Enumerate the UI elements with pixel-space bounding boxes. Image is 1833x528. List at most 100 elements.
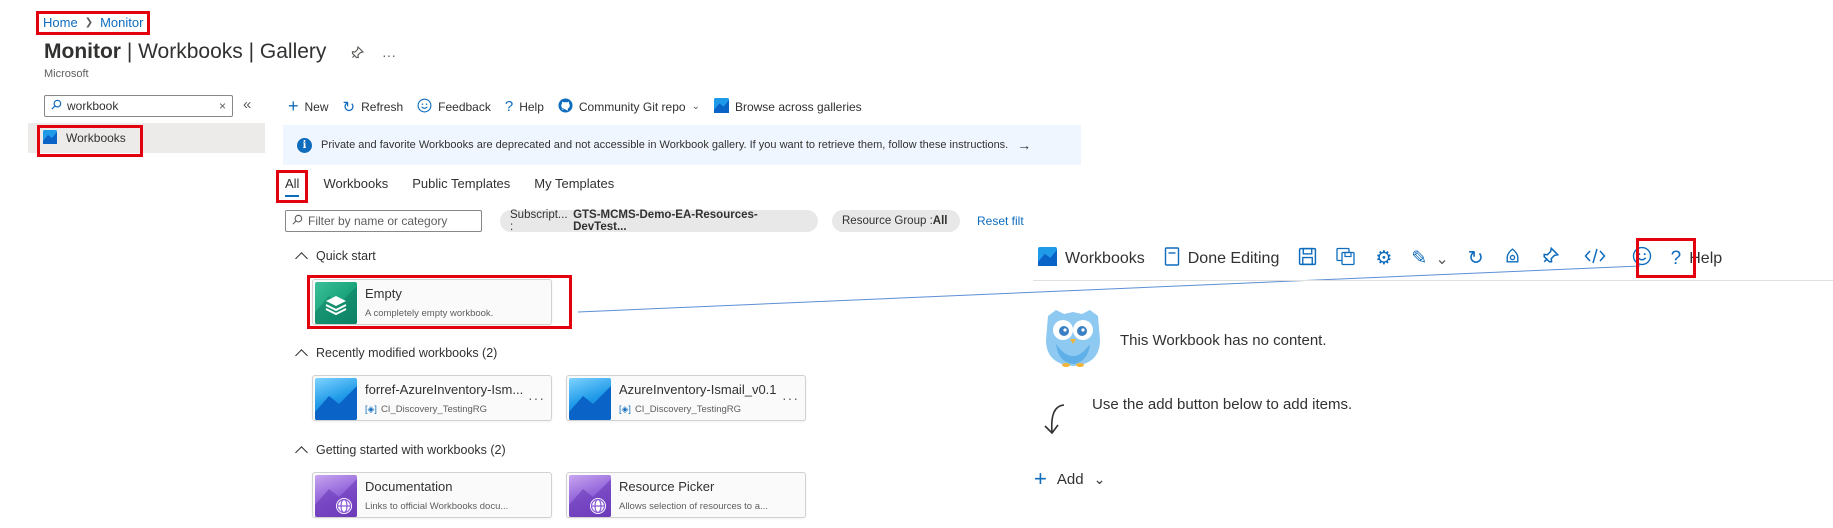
help-label: Help (519, 99, 544, 114)
section-title: Recently modified workbooks (2) (316, 346, 498, 360)
resource-group-filter-pill[interactable]: Resource Group : All (832, 210, 960, 232)
more-options-icon[interactable]: ··· (528, 390, 545, 406)
save-as-button[interactable] (1336, 247, 1356, 271)
card-resource-picker[interactable]: Resource Picker Allows selection of reso… (566, 472, 806, 518)
page-title: Monitor | Workbooks | Gallery (44, 40, 326, 64)
browse-galleries-button[interactable]: Browse across galleries (713, 97, 862, 116)
community-git-button[interactable]: Community Git repo ⌄ (558, 97, 700, 116)
collapse-pane-icon[interactable]: « (243, 96, 251, 113)
advanced-editor-button[interactable] (1584, 247, 1606, 270)
done-editing-label: Done Editing (1187, 249, 1280, 267)
save-as-icon (1336, 247, 1356, 271)
filter-placeholder: Filter by name or category (308, 214, 448, 228)
chevron-right-icon: ❯ (84, 17, 94, 28)
edit-dropdown-button[interactable]: ⌄ (1435, 249, 1448, 269)
resource-group-icon: [◈] (365, 404, 377, 414)
clear-icon[interactable]: × (219, 99, 226, 113)
tab-public-templates[interactable]: Public Templates (412, 176, 510, 197)
feedback-label: Feedback (438, 99, 491, 114)
editor-workbooks-label: Workbooks (1065, 249, 1145, 267)
left-search-value: workbook (67, 99, 119, 113)
more-options-icon[interactable]: ··· (782, 390, 799, 406)
settings-button[interactable]: ⚙ (1375, 247, 1392, 270)
refresh-icon: ↻ (342, 98, 356, 116)
card-name: Empty (365, 286, 402, 301)
help-button[interactable]: ? Help (1671, 248, 1722, 270)
left-search-input[interactable]: workbook × (44, 95, 233, 117)
document-icon (1164, 246, 1180, 271)
card-desc: Allows selection of resources to a... (619, 501, 768, 512)
resource-group-value: All (932, 215, 948, 227)
plus-icon: + (1034, 466, 1047, 491)
tab-all[interactable]: All (285, 176, 300, 197)
search-icon (51, 99, 62, 113)
help-label: Help (1689, 249, 1723, 267)
save-button[interactable] (1298, 247, 1317, 271)
curved-arrow-icon (1044, 404, 1065, 435)
sidebar-item-workbooks[interactable]: Workbooks (28, 123, 265, 153)
arrow-right-icon[interactable]: → (1017, 137, 1031, 153)
subscription-value: GTS-MCMS-Demo-EA-Resources-DevTest... (573, 209, 758, 233)
card-desc: CI_Discovery_TestingRG (634, 404, 742, 415)
pin-button[interactable] (1541, 246, 1559, 270)
feedback-button[interactable] (1632, 246, 1652, 271)
reset-filters-link[interactable]: Reset filt (977, 214, 1024, 228)
info-icon: i (297, 137, 312, 153)
sidebar-item-label: Workbooks (66, 131, 126, 145)
done-editing-button[interactable]: Done Editing (1164, 246, 1280, 271)
section-getting-started[interactable]: Getting started with workbooks (2) (295, 443, 506, 459)
add-hint-message: Use the add button below to add items. (1092, 396, 1353, 413)
new-label: New (304, 99, 329, 114)
refresh-label: Refresh (361, 99, 404, 114)
more-options-icon[interactable]: ··· (382, 47, 396, 63)
pencil-icon: ✎ (1411, 248, 1428, 269)
subscription-filter-pill[interactable]: Subscript... : GTS-MCMS-Demo-EA-Resource… (500, 209, 818, 233)
new-button[interactable]: + New (288, 96, 329, 117)
command-bar: + New ↻ Refresh Feedback ? Help Communit… (288, 96, 876, 117)
card-desc-row: [◈] CI_Discovery_TestingRG (365, 404, 487, 415)
resource-group-icon: [◈] (619, 404, 631, 414)
tab-my-templates[interactable]: My Templates (534, 176, 614, 197)
chevron-down-icon: ⌄ (1435, 250, 1449, 268)
tab-workbooks[interactable]: Workbooks (323, 176, 388, 197)
workbook-chart-icon (569, 378, 611, 420)
share-button[interactable] (1503, 247, 1522, 271)
refresh-button[interactable]: ↻ (1468, 247, 1484, 270)
breadcrumb-monitor[interactable]: Monitor (100, 15, 143, 30)
breadcrumb-home[interactable]: Home (43, 15, 78, 30)
empty-workbook-icon (315, 282, 357, 324)
editor-workbooks-button[interactable]: Workbooks (1038, 246, 1145, 271)
browse-label: Browse across galleries (734, 99, 862, 114)
question-icon: ? (504, 98, 514, 115)
community-label: Community Git repo (578, 99, 686, 114)
add-label: Add (1056, 470, 1084, 488)
subscription-label: Subscript... : (510, 209, 568, 233)
card-name: Documentation (365, 479, 453, 494)
card-recent-1[interactable]: forref-AzureInventory-Ism... [◈] CI_Disc… (312, 375, 552, 421)
filter-input[interactable]: Filter by name or category (285, 210, 482, 232)
section-recent[interactable]: Recently modified workbooks (2) (295, 346, 498, 362)
workbooks-icon (43, 129, 57, 147)
page-subtitle: Microsoft (44, 68, 89, 80)
code-icon (1584, 247, 1606, 270)
workbook-chart-icon (315, 378, 357, 420)
card-desc: Links to official Workbooks docu... (365, 501, 509, 512)
pin-icon[interactable] (350, 45, 365, 63)
refresh-icon: ↻ (1467, 248, 1484, 269)
workbooks-icon (713, 97, 729, 116)
add-button[interactable]: + Add ⌄ (1034, 466, 1105, 492)
breadcrumb: Home ❯ Monitor (43, 15, 143, 30)
card-documentation[interactable]: Documentation Links to official Workbook… (312, 472, 552, 518)
smiley-icon (1632, 246, 1652, 271)
gallery-tabs: All Workbooks Public Templates My Templa… (285, 176, 638, 197)
section-quick-start[interactable]: Quick start (295, 249, 376, 265)
feedback-button[interactable]: Feedback (417, 98, 491, 116)
card-empty[interactable]: Empty A completely empty workbook. (312, 279, 552, 325)
edit-button[interactable]: ✎ (1411, 247, 1427, 270)
editor-toolbar: Workbooks Done Editing ⚙ ✎ ⌄ ↻ ? Help (1038, 246, 1741, 271)
empty-workbook-message: This Workbook has no content. (1120, 332, 1327, 349)
help-button[interactable]: ? Help (505, 98, 544, 115)
refresh-button[interactable]: ↻ Refresh (343, 98, 404, 116)
title-actions: ··· (350, 45, 396, 63)
card-recent-2[interactable]: AzureInventory-Ismail_v0.1 [◈] CI_Discov… (566, 375, 806, 421)
